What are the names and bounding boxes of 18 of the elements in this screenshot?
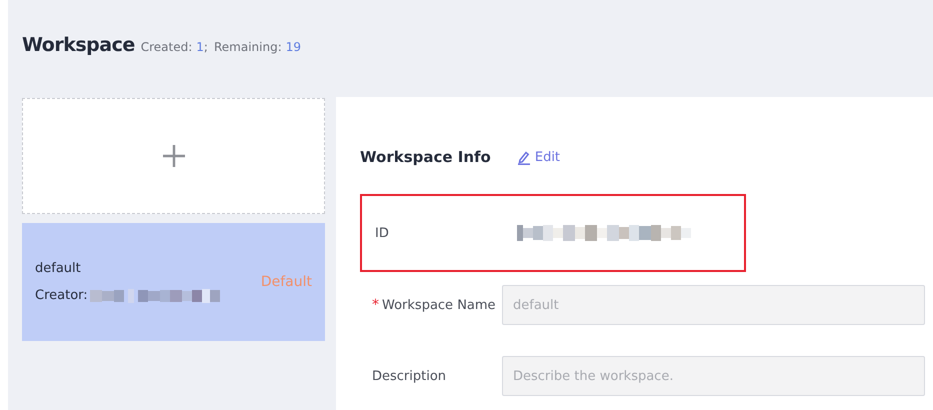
field-label: Description bbox=[372, 368, 446, 384]
field-label: ID bbox=[375, 226, 389, 240]
stat-value: 19 bbox=[286, 40, 302, 54]
pencil-icon bbox=[516, 150, 531, 164]
workspace-card[interactable]: default Creator: Default bbox=[22, 223, 325, 341]
stat-value: 1; bbox=[196, 40, 208, 54]
default-label: Default bbox=[260, 274, 312, 290]
required-asterisk: * bbox=[372, 297, 379, 313]
section-title: Workspace Info bbox=[360, 148, 491, 166]
plus-icon bbox=[162, 145, 184, 167]
field-label: Workspace Name bbox=[382, 298, 496, 312]
page-title: Workspace bbox=[22, 34, 135, 56]
stat-label: Created: bbox=[140, 40, 192, 54]
stat-label: Remaining: bbox=[214, 40, 282, 54]
workspace-name: default bbox=[35, 260, 82, 276]
edit-link[interactable]: Edit bbox=[516, 150, 560, 164]
creator-label: Creator: bbox=[35, 288, 88, 303]
add-workspace-button[interactable] bbox=[22, 98, 325, 214]
